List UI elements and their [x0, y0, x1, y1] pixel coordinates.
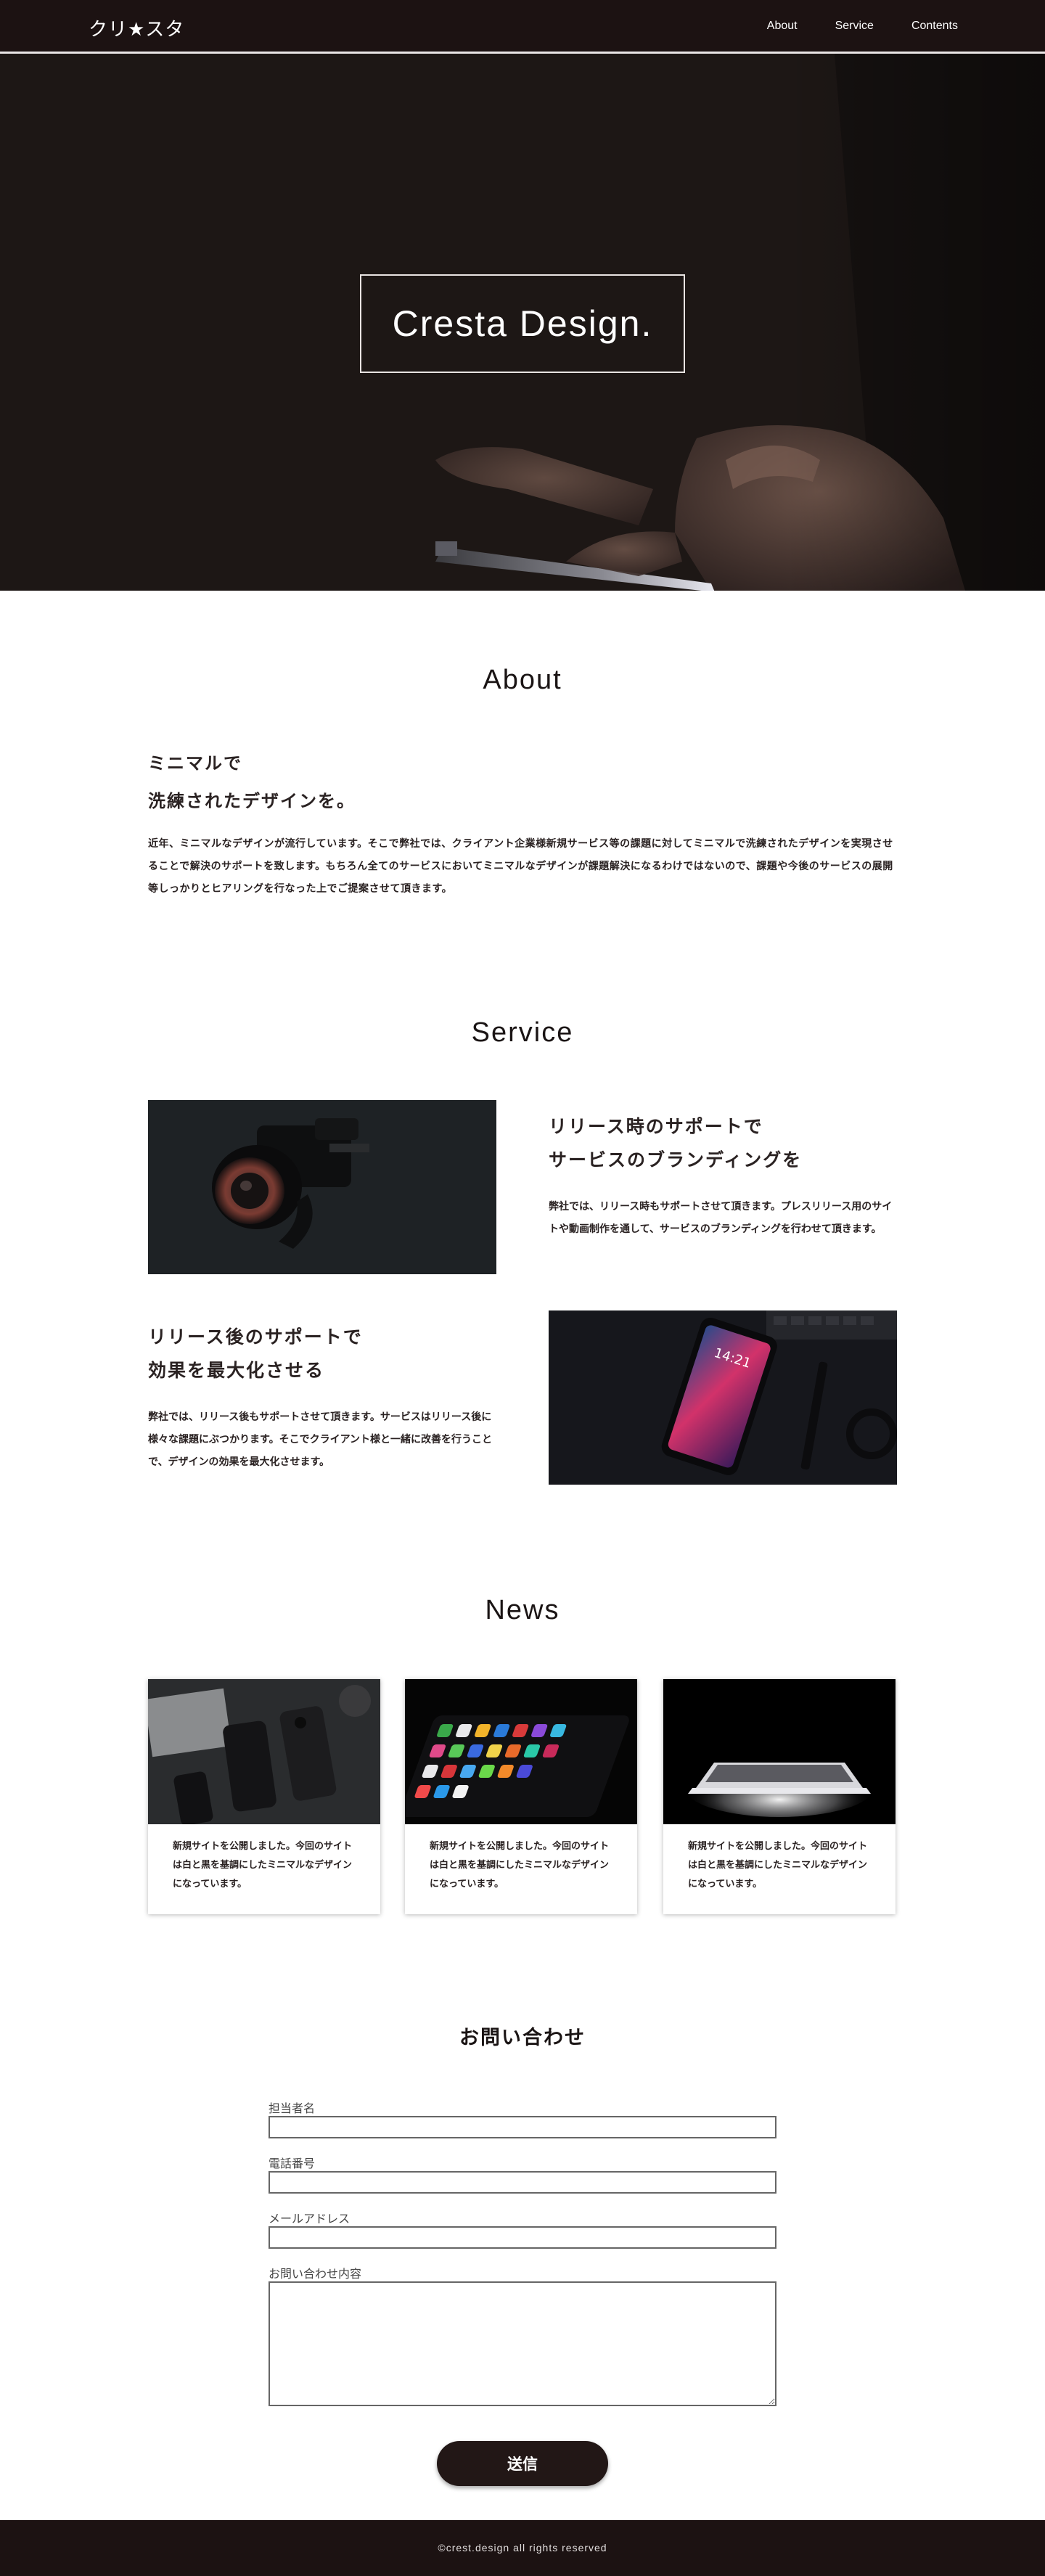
service-camera-image — [148, 1100, 496, 1274]
smartphone-photo-icon: 14:21 — [549, 1310, 897, 1485]
service-smartphone-image: 14:21 — [549, 1310, 897, 1485]
nav-link-contents[interactable]: Contents — [911, 20, 958, 33]
about-subheading-line1: ミニマルで — [148, 753, 242, 774]
hero-title: Cresta Design. — [392, 303, 653, 344]
news-heading: News — [485, 1595, 560, 1625]
site-logo[interactable]: クリ★スタ — [89, 15, 184, 41]
contact-message-label: お問い合わせ内容 — [269, 2267, 362, 2281]
service-2-title-line2: 効果を最大化させる — [148, 1360, 325, 1381]
main-nav: About Service Contents — [729, 20, 958, 33]
camera-photo-icon — [148, 1100, 496, 1274]
contact-email-input[interactable] — [269, 2226, 776, 2249]
submit-button[interactable]: 送信 — [437, 2441, 608, 2486]
service-1-title: リリース時のサポートで サービスのブランディングを — [549, 1110, 802, 1177]
contact-name-label: 担当者名 — [269, 2101, 316, 2115]
about-subheading: ミニマルで 洗練されたデザインを。 — [148, 745, 356, 820]
service-2-title: リリース後のサポートで 効果を最大化させる — [148, 1321, 363, 1387]
phones-photo-icon — [148, 1679, 380, 1824]
news-card-1[interactable]: 新規サイトを公開しました。今回のサイトは白と黒を基調にしたミニマルなデザインにな… — [148, 1679, 380, 1914]
contact-phone-input[interactable] — [269, 2171, 776, 2194]
hero-title-box: Cresta Design. — [360, 274, 685, 373]
site-header: クリ★スタ About Service Contents — [0, 0, 1045, 54]
service-1-title-line1: リリース時のサポートで — [549, 1116, 763, 1137]
about-body-text: 近年、ミニマルなデザインが流行しています。そこで弊社では、クライアント企業様新規… — [148, 838, 893, 895]
nav-link-service[interactable]: Service — [835, 20, 874, 33]
laptop-photo-icon — [663, 1679, 896, 1824]
news-card-2[interactable]: 新規サイトを公開しました。今回のサイトは白と黒を基調にしたミニマルなデザインにな… — [405, 1679, 637, 1914]
news-card-1-image — [148, 1679, 380, 1824]
service-2-text: 弊社では、リリース後もサポートさせて頂きます。サービスはリリース後に様々な課題に… — [148, 1411, 493, 1468]
news-card-3-text: 新規サイトを公開しました。今回のサイトは白と黒を基調にしたミニマルなデザインにな… — [688, 1841, 868, 1890]
service-1-text: 弊社では、リリース時もサポートさせて頂きます。プレスリリース用のサイトや動画制作… — [549, 1201, 893, 1235]
site-footer: ©crest.design all rights reserved — [0, 2520, 1045, 2576]
news-card-3-image — [663, 1679, 896, 1824]
service-2-title-line1: リリース後のサポートで — [148, 1326, 363, 1348]
news-card-1-text: 新規サイトを公開しました。今回のサイトは白と黒を基調にしたミニマルなデザインにな… — [173, 1841, 353, 1890]
contact-email-label: メールアドレス — [269, 2212, 351, 2226]
service-heading: Service — [471, 1017, 574, 1048]
copyright-text: ©crest.design all rights reserved — [438, 2542, 607, 2554]
hero-section: Cresta Design. — [0, 54, 1045, 591]
app-icons-photo-icon — [405, 1679, 637, 1824]
news-card-3[interactable]: 新規サイトを公開しました。今回のサイトは白と黒を基調にしたミニマルなデザインにな… — [663, 1679, 896, 1914]
service-1-title-line2: サービスのブランディングを — [549, 1149, 803, 1170]
contact-message-textarea[interactable] — [269, 2281, 776, 2406]
news-card-2-image — [405, 1679, 637, 1824]
about-heading: About — [483, 665, 562, 695]
hero-overlay — [784, 54, 1045, 591]
about-subheading-line2: 洗練されたデザインを。 — [148, 791, 356, 811]
contact-heading: お問い合わせ — [459, 2027, 586, 2049]
nav-link-about[interactable]: About — [767, 20, 798, 33]
contact-name-input[interactable] — [269, 2116, 776, 2138]
contact-phone-label: 電話番号 — [269, 2157, 316, 2170]
news-card-2-text: 新規サイトを公開しました。今回のサイトは白と黒を基調にしたミニマルなデザインにな… — [430, 1841, 610, 1890]
